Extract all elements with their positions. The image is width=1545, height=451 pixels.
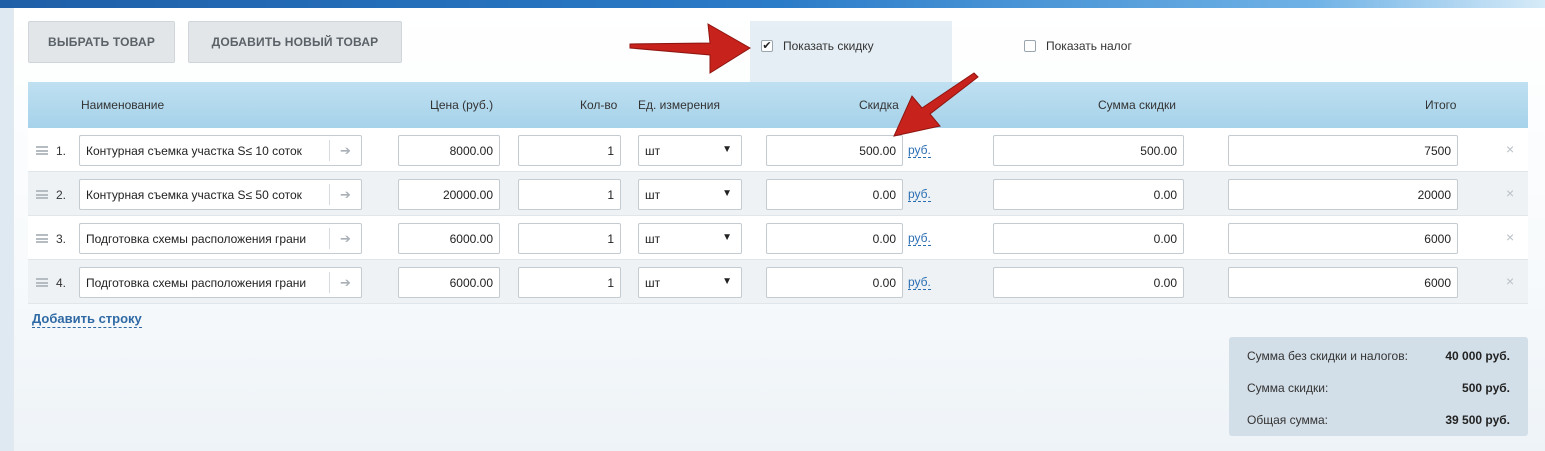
show-tax-checkbox[interactable] xyxy=(1024,40,1036,52)
discount-input[interactable]: 500.00 xyxy=(766,135,903,166)
discount-total-label: Сумма скидки: xyxy=(1247,381,1329,395)
product-name-value: Контурная съемка участка S≤ 10 соток xyxy=(86,143,302,158)
total-input[interactable]: 20000 xyxy=(1228,179,1458,210)
annotation-arrow-shape xyxy=(629,23,751,74)
qty-input[interactable]: 1 xyxy=(518,135,621,166)
select-product-button[interactable]: ВЫБРАТЬ ТОВАР xyxy=(28,21,175,63)
discount-input[interactable]: 0.00 xyxy=(766,267,903,298)
drag-handle-icon[interactable] xyxy=(36,146,48,155)
qty-input[interactable]: 1 xyxy=(518,223,621,254)
price-input[interactable]: 8000.00 xyxy=(398,135,500,166)
subtotal-value: 40 000 руб. xyxy=(1445,349,1510,363)
total-input[interactable]: 6000 xyxy=(1228,267,1458,298)
close-icon[interactable]: × xyxy=(1506,273,1514,289)
show-tax-label: Показать налог xyxy=(1046,39,1132,53)
product-name-field[interactable]: Подготовка схемы расположения грани ➔ xyxy=(79,223,362,254)
show-discount-toggle[interactable]: ✔ Показать скидку xyxy=(761,39,874,53)
show-discount-label: Показать скидку xyxy=(783,39,874,53)
subtotal-label: Сумма без скидки и налогов: xyxy=(1247,349,1408,363)
discount-currency-link[interactable]: руб. xyxy=(908,276,931,290)
column-header-total: Итого xyxy=(1425,98,1457,112)
show-discount-checkbox[interactable]: ✔ xyxy=(761,40,773,52)
qty-input[interactable]: 1 xyxy=(518,179,621,210)
discount-currency-link[interactable]: руб. xyxy=(908,144,931,158)
add-new-product-button[interactable]: ДОБАВИТЬ НОВЫЙ ТОВАР xyxy=(188,21,402,63)
discount-input[interactable]: 0.00 xyxy=(766,179,903,210)
unit-select[interactable]: шт ▼ xyxy=(638,267,742,298)
caret-down-icon: ▼ xyxy=(722,276,732,287)
drag-handle-icon[interactable] xyxy=(36,278,48,287)
grand-total-value: 39 500 руб. xyxy=(1445,413,1510,427)
product-name-value: Подготовка схемы расположения грани xyxy=(86,275,307,290)
column-header-unit: Ед. измерения xyxy=(638,98,720,112)
price-input[interactable]: 6000.00 xyxy=(398,267,500,298)
arrow-right-icon[interactable]: ➔ xyxy=(329,184,361,205)
unit-select[interactable]: шт ▼ xyxy=(638,135,742,166)
price-input[interactable]: 6000.00 xyxy=(398,223,500,254)
discount-sum-input[interactable]: 0.00 xyxy=(993,223,1184,254)
discount-input[interactable]: 0.00 xyxy=(766,223,903,254)
column-header-name: Наименование xyxy=(81,98,165,112)
caret-down-icon: ▼ xyxy=(722,144,732,155)
discount-sum-input[interactable]: 0.00 xyxy=(993,179,1184,210)
discount-total-value: 500 руб. xyxy=(1462,381,1510,395)
subtotal-line: Сумма без скидки и налогов: 40 000 руб. xyxy=(1247,349,1510,363)
column-header-price: Цена (руб.) xyxy=(430,98,494,112)
annotation-arrow-shape xyxy=(893,72,979,137)
unit-select-value: шт xyxy=(645,187,661,202)
unit-select-value: шт xyxy=(645,275,661,290)
column-header-qty: Кол-во xyxy=(580,98,618,112)
close-icon[interactable]: × xyxy=(1506,141,1514,157)
unit-select-value: шт xyxy=(645,143,661,158)
show-tax-toggle[interactable]: Показать налог xyxy=(1024,39,1132,53)
close-icon[interactable]: × xyxy=(1506,185,1514,201)
product-name-value: Контурная съемка участка S≤ 50 соток xyxy=(86,187,302,202)
unit-select[interactable]: шт ▼ xyxy=(638,223,742,254)
drag-handle-icon[interactable] xyxy=(36,190,48,199)
total-input[interactable]: 6000 xyxy=(1228,223,1458,254)
grand-total-label: Общая сумма: xyxy=(1247,413,1328,427)
discount-currency-link[interactable]: руб. xyxy=(908,188,931,202)
annotation-arrow-icon xyxy=(893,72,979,137)
arrow-right-icon[interactable]: ➔ xyxy=(329,140,361,161)
total-input[interactable]: 7500 xyxy=(1228,135,1458,166)
row-number: 2. xyxy=(56,188,67,202)
row-number: 1. xyxy=(56,144,67,158)
totals-summary: Сумма без скидки и налогов: 40 000 руб. … xyxy=(1229,337,1528,436)
add-row-link[interactable]: Добавить строку xyxy=(32,311,142,328)
column-header-discount-sum: Сумма скидки xyxy=(1098,98,1176,112)
product-name-field[interactable]: Подготовка схемы расположения грани ➔ xyxy=(79,267,362,298)
row-number: 3. xyxy=(56,232,67,246)
discount-sum-input[interactable]: 500.00 xyxy=(993,135,1184,166)
annotation-arrow-icon xyxy=(629,23,751,74)
grand-total-line: Общая сумма: 39 500 руб. xyxy=(1247,413,1510,427)
discount-total-line: Сумма скидки: 500 руб. xyxy=(1247,381,1510,395)
unit-select-value: шт xyxy=(645,231,661,246)
unit-select[interactable]: шт ▼ xyxy=(638,179,742,210)
discount-sum-input[interactable]: 0.00 xyxy=(993,267,1184,298)
product-name-field[interactable]: Контурная съемка участка S≤ 50 соток ➔ xyxy=(79,179,362,210)
arrow-right-icon[interactable]: ➔ xyxy=(329,228,361,249)
product-name-value: Подготовка схемы расположения грани xyxy=(86,231,307,246)
caret-down-icon: ▼ xyxy=(722,232,732,243)
arrow-right-icon[interactable]: ➔ xyxy=(329,272,361,293)
product-name-field[interactable]: Контурная съемка участка S≤ 10 соток ➔ xyxy=(79,135,362,166)
top-gradient-bar xyxy=(0,0,1545,8)
drag-handle-icon[interactable] xyxy=(36,234,48,243)
row-number: 4. xyxy=(56,276,67,290)
caret-down-icon: ▼ xyxy=(722,188,732,199)
discount-currency-link[interactable]: руб. xyxy=(908,232,931,246)
close-icon[interactable]: × xyxy=(1506,229,1514,245)
qty-input[interactable]: 1 xyxy=(518,267,621,298)
price-input[interactable]: 20000.00 xyxy=(398,179,500,210)
table-header xyxy=(28,82,1528,128)
